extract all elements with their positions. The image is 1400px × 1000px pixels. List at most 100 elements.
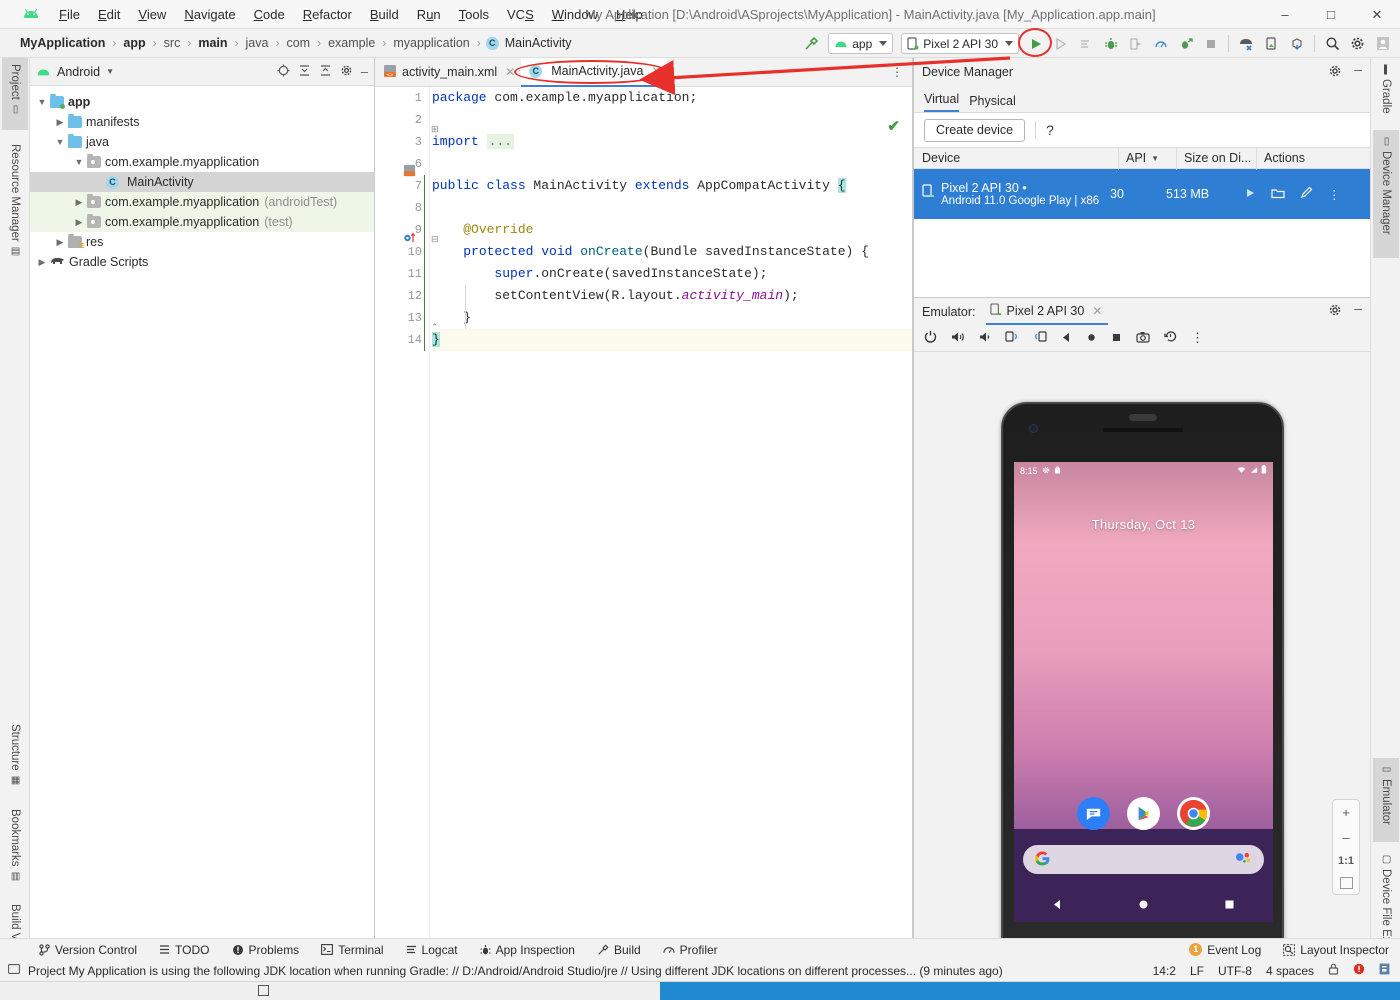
column-header-actions[interactable]: Actions — [1256, 148, 1356, 170]
bottom-item-layout-inspector[interactable]: Layout Inspector — [1272, 943, 1400, 957]
notification-icon[interactable] — [1379, 963, 1390, 978]
stop-icon[interactable] — [1199, 32, 1222, 55]
sidebar-item-device-manager[interactable]: ▭ Device Manager — [1373, 130, 1399, 258]
tree-item-mainactivity[interactable]: ▶ C MainActivity — [30, 172, 374, 192]
gear-icon[interactable] — [1346, 32, 1369, 55]
volume-down-icon[interactable] — [979, 331, 991, 346]
sidebar-item-gradle[interactable]: ▬ Gradle — [1373, 58, 1399, 124]
emulator-tab[interactable]: Pixel 2 API 30 ✕ — [985, 299, 1109, 325]
search-icon[interactable] — [1321, 32, 1344, 55]
device-config-dropdown[interactable]: Pixel 2 API 30 — [901, 33, 1019, 54]
run-with-coverage-icon[interactable] — [1074, 32, 1097, 55]
tree-item-res[interactable]: ▶ res — [30, 232, 374, 252]
tree-item-package-main[interactable]: ▼ com.example.myapplication — [30, 152, 374, 172]
bottom-item-event-log[interactable]: 1 Event Log — [1178, 943, 1272, 957]
breadcrumb-item-app[interactable]: app — [121, 36, 147, 50]
column-header-size[interactable]: Size on Di... — [1176, 148, 1256, 170]
zoom-actual-size-button[interactable]: 1:1 — [1333, 855, 1359, 867]
column-header-device[interactable]: Device — [914, 151, 1118, 165]
back-icon[interactable] — [1061, 331, 1072, 346]
tree-item-java[interactable]: ▼ java — [30, 132, 374, 152]
tree-item-package-test[interactable]: ▶ com.example.myapplication (test) — [30, 212, 374, 232]
attach-debugger-icon[interactable] — [1049, 32, 1072, 55]
lock-icon[interactable] — [1328, 963, 1339, 978]
help-icon[interactable]: ? — [1046, 122, 1054, 138]
tree-item-manifests[interactable]: ▶ manifests — [30, 112, 374, 132]
breadcrumb-item-src[interactable]: src — [162, 36, 183, 50]
menu-code[interactable]: Code — [245, 3, 294, 26]
minimize-button[interactable]: – — [1262, 0, 1308, 29]
history-icon[interactable] — [1164, 330, 1177, 346]
breadcrumb-item-example[interactable]: example — [326, 36, 377, 50]
expand-all-icon[interactable] — [298, 64, 311, 80]
rotate-left-icon[interactable] — [1005, 330, 1019, 346]
close-icon[interactable]: ✕ — [651, 64, 661, 78]
power-icon[interactable] — [924, 330, 937, 346]
messages-icon[interactable] — [1077, 797, 1110, 830]
close-icon[interactable]: ✕ — [505, 65, 515, 79]
apply-changes-icon[interactable] — [1124, 32, 1147, 55]
collapse-all-icon[interactable] — [319, 64, 332, 80]
chevron-down-icon[interactable]: ▼ — [34, 97, 50, 107]
close-icon[interactable]: ✕ — [1092, 304, 1102, 318]
more-vertical-icon[interactable]: ⋮ — [1328, 187, 1341, 202]
more-vertical-icon[interactable]: ⋮ — [1191, 330, 1204, 346]
emulator-screen[interactable]: 8:15 Thursday, Oct 13 — [1014, 462, 1273, 922]
close-button[interactable]: ✕ — [1354, 0, 1400, 29]
back-triangle-icon[interactable] — [1051, 898, 1064, 914]
profiler-icon[interactable] — [1149, 32, 1172, 55]
tree-item-package-androidtest[interactable]: ▶ com.example.myapplication (androidTest… — [30, 192, 374, 212]
create-device-button[interactable]: Create device — [924, 118, 1026, 142]
hide-icon[interactable]: – — [1354, 62, 1362, 81]
sdk-manager-icon[interactable] — [1235, 32, 1258, 55]
sidebar-item-resource-manager[interactable]: Resource Manager ▥ — [2, 138, 28, 273]
chevron-down-icon[interactable]: ▼ — [52, 137, 68, 147]
tab-virtual[interactable]: Virtual — [924, 92, 960, 112]
menu-vcs[interactable]: VCS — [498, 3, 543, 26]
sidebar-item-bookmarks[interactable]: Bookmarks ▤ — [2, 803, 28, 893]
google-assistant-icon[interactable] — [1235, 851, 1252, 868]
status-message[interactable]: Project My Application is using the foll… — [28, 964, 1003, 978]
table-row[interactable]: Pixel 2 API 30 • Android 11.0 Google Pla… — [914, 169, 1370, 219]
column-header-api[interactable]: API ▼ — [1118, 148, 1176, 170]
module-config-dropdown[interactable]: app — [828, 33, 894, 54]
tree-item-app[interactable]: ▼ app — [30, 92, 374, 112]
folder-icon[interactable] — [1271, 187, 1285, 202]
error-circle-icon[interactable] — [1353, 963, 1365, 978]
zoom-fit-icon[interactable] — [1339, 877, 1353, 889]
sync-gradle-icon[interactable] — [1285, 32, 1308, 55]
play-store-icon[interactable] — [1127, 797, 1160, 830]
bottom-item-app-inspection[interactable]: App Inspection — [469, 943, 586, 957]
account-icon[interactable] — [1371, 32, 1394, 55]
chevron-right-icon[interactable]: ▶ — [71, 217, 87, 228]
chevron-down-icon[interactable]: ▼ — [106, 67, 114, 76]
chevron-right-icon[interactable]: ▶ — [52, 237, 68, 248]
debug-bug-icon[interactable] — [1099, 32, 1122, 55]
volume-up-icon[interactable] — [951, 331, 965, 346]
menu-refactor[interactable]: Refactor — [294, 3, 361, 26]
xml-layout-gutter-icon[interactable] — [403, 164, 416, 180]
gear-icon[interactable] — [1328, 303, 1342, 320]
launch-icon[interactable] — [1244, 187, 1256, 202]
hide-icon[interactable]: – — [1354, 301, 1362, 320]
gear-icon[interactable] — [340, 64, 353, 80]
message-icon[interactable] — [8, 963, 20, 978]
menu-file[interactable]: File — [50, 3, 89, 26]
run-button[interactable] — [1018, 28, 1052, 57]
zoom-in-button[interactable]: + — [1333, 805, 1359, 820]
indent-setting[interactable]: 4 spaces — [1266, 964, 1314, 978]
chevron-right-icon[interactable]: ▶ — [71, 197, 87, 208]
tree-item-gradle-scripts[interactable]: ▶ Gradle Scripts — [30, 252, 374, 272]
google-search-bar[interactable] — [1023, 845, 1264, 874]
menu-tools[interactable]: Tools — [450, 3, 498, 26]
run-method-gutter-icon[interactable] — [403, 232, 417, 248]
breadcrumb-item-myapplication[interactable]: MyApplication — [18, 36, 107, 50]
chrome-icon[interactable] — [1177, 797, 1210, 830]
bottom-item-version-control[interactable]: Version Control — [28, 943, 148, 957]
menu-build[interactable]: Build — [361, 3, 408, 26]
gear-icon[interactable] — [1328, 64, 1342, 81]
edit-pencil-icon[interactable] — [1300, 186, 1313, 202]
taskbar-window-icon[interactable] — [258, 985, 269, 996]
chevron-right-icon[interactable]: ▶ — [52, 117, 68, 128]
zoom-out-button[interactable]: – — [1333, 830, 1359, 845]
